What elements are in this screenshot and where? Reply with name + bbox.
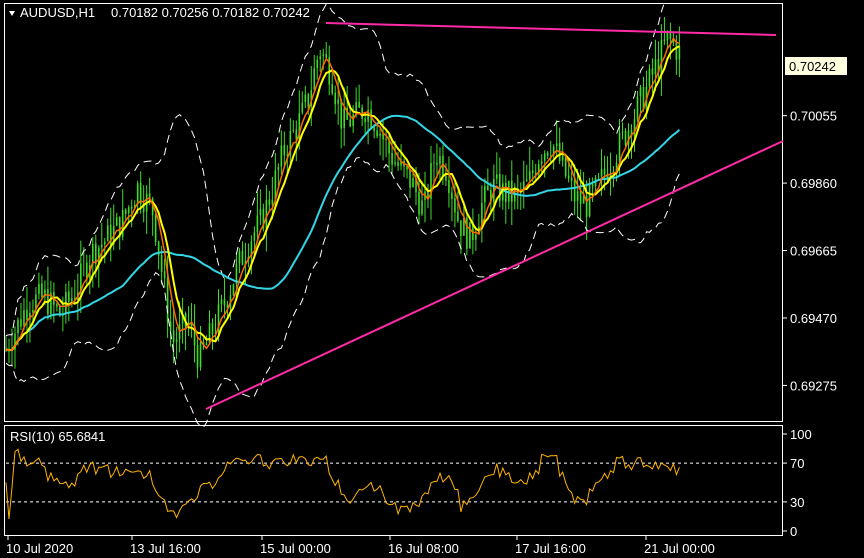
price-tick-label: 0.70055 xyxy=(790,109,837,124)
time-tick-label: 15 Jul 00:00 xyxy=(260,541,331,556)
ohlc-values: 0.70182 0.70256 0.70182 0.70242 xyxy=(111,5,310,20)
rsi-label: RSI(10) 65.6841 xyxy=(10,429,105,444)
time-tick-label: 17 Jul 16:00 xyxy=(515,541,586,556)
symbol-timeframe: AUDUSD,H1 xyxy=(20,5,95,20)
time-tick-label: 10 Jul 2020 xyxy=(6,541,73,556)
price-tick-label: 0.69860 xyxy=(790,176,837,191)
time-tick-label: 21 Jul 00:00 xyxy=(644,541,715,556)
price-tick-label: 0.69275 xyxy=(790,378,837,393)
chart-header: AUDUSD,H1 0.70182 0.70256 0.70182 0.7024… xyxy=(9,5,310,20)
rsi-tick-label: 100 xyxy=(790,427,812,442)
trading-chart[interactable]: 100 70 30 0 0.70055 0.69860 0.69665 0.69470 0.6… xyxy=(0,0,864,558)
price-tick-label: 0.69470 xyxy=(790,311,837,326)
rsi-tick-label: 70 xyxy=(790,456,804,471)
time-tick-label: 16 Jul 08:00 xyxy=(388,541,459,556)
price-tick-label: 0.69665 xyxy=(790,244,837,259)
time-tick-label: 13 Jul 16:00 xyxy=(130,541,201,556)
current-price-label: 0.70242 xyxy=(789,59,836,74)
rsi-tick-label: 0 xyxy=(790,524,797,539)
current-price-tag: 0.70242 xyxy=(785,57,847,75)
rsi-tick-label: 30 xyxy=(790,495,804,510)
